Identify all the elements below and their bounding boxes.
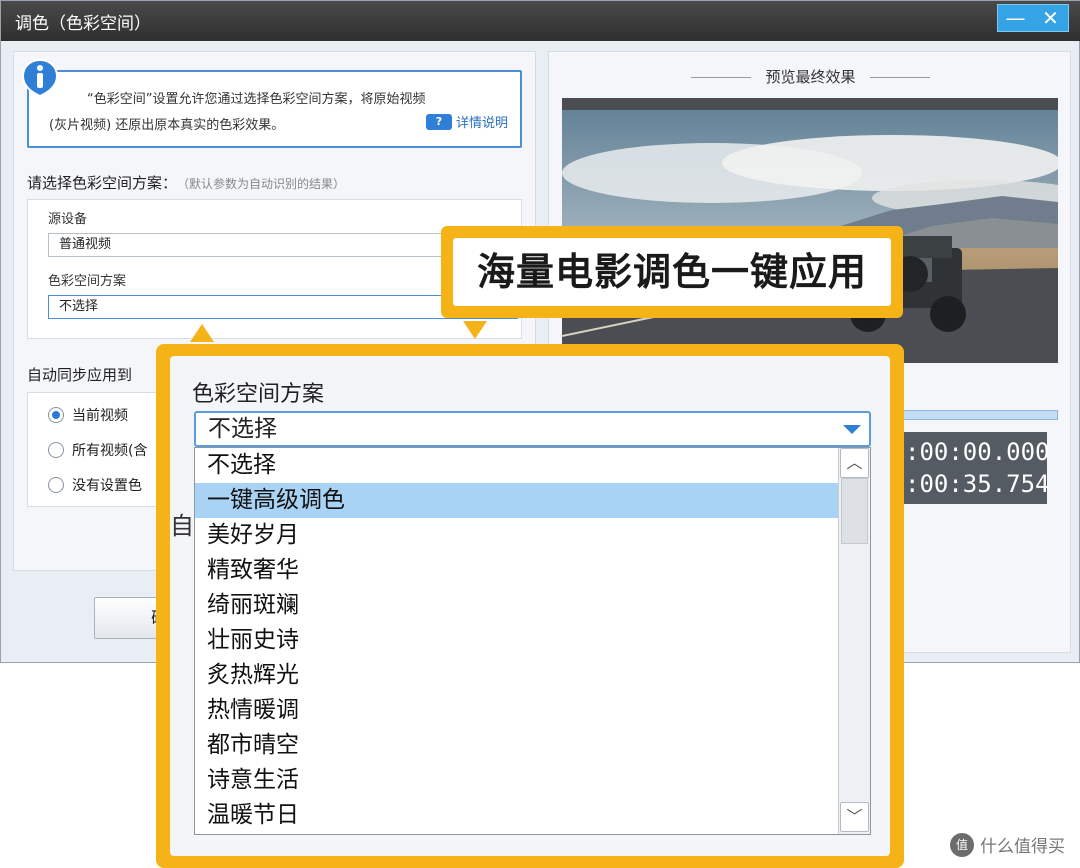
info-text-line1: “色彩空间”设置允许您通过选择色彩空间方案，将原始视频 bbox=[87, 92, 426, 107]
list-item[interactable]: 温暖节日 bbox=[195, 798, 839, 833]
watermark-logo-icon: 值 bbox=[950, 832, 974, 857]
watermark-text: 什么值得买 bbox=[980, 837, 1065, 857]
window-controls: — ✕ bbox=[997, 4, 1069, 32]
screenshot-stage: 调色（色彩空间） — ✕ “色彩空间”设置允许您通过选择色彩空间方案，将原始视频… bbox=[0, 0, 1080, 868]
scroll-up-icon[interactable]: ︿ bbox=[840, 448, 869, 478]
scheme-section-label: 请选择色彩空间方案： （默认参数为自动识别的结果） bbox=[27, 172, 345, 193]
current-time: :00:00.000 bbox=[905, 438, 1050, 466]
sync-option-all[interactable]: 所有视频(含 bbox=[48, 440, 147, 460]
sync-section-label: 自动同步应用到 bbox=[27, 366, 133, 384]
list-item[interactable]: 不选择 bbox=[195, 448, 839, 483]
scroll-thumb[interactable] bbox=[841, 478, 868, 544]
list-item[interactable]: 都市晴空 bbox=[195, 728, 839, 763]
list-item[interactable]: 绮丽斑斓 bbox=[195, 588, 839, 623]
sync-option-unset[interactable]: 没有设置色 bbox=[48, 475, 142, 495]
list-scrollbar[interactable]: ︿ ﹀ bbox=[838, 448, 870, 834]
sync-option-label: 当前视频 bbox=[72, 408, 128, 424]
playback-progress-bar[interactable] bbox=[901, 410, 1058, 420]
window-title: 调色（色彩空间） bbox=[15, 14, 151, 34]
watermark: 值 什么值得买 bbox=[950, 832, 1065, 857]
scheme-options-list: 不选择 一键高级调色 美好岁月 精致奢华 绮丽斑斓 壮丽史诗 炙热辉光 热情暖调… bbox=[194, 447, 871, 835]
preview-title: 预览最终效果 bbox=[549, 66, 1072, 87]
radio-current-icon[interactable] bbox=[48, 407, 64, 423]
list-item[interactable]: 热情暖调 bbox=[195, 693, 839, 728]
details-link-label: 详情说明 bbox=[455, 116, 508, 131]
details-link[interactable]: ? 详情说明 bbox=[425, 112, 508, 131]
list-item[interactable]: 一键高级调色 bbox=[195, 483, 839, 518]
source-device-label: 源设备 bbox=[48, 212, 88, 227]
sync-option-label: 没有设置色 bbox=[72, 478, 142, 494]
dropdown-arrow-icon[interactable] bbox=[843, 425, 861, 434]
callout-pointer-down bbox=[463, 321, 487, 339]
radio-unset-icon[interactable] bbox=[48, 477, 64, 493]
scheme-label-text: 请选择色彩空间方案： bbox=[27, 174, 178, 192]
info-text-line2: (灰片视频) 还原出原本真实的色彩效果。 bbox=[49, 118, 285, 133]
zoom-selected-value: 不选择 bbox=[208, 416, 277, 442]
total-time: :00:35.754 bbox=[905, 470, 1050, 498]
info-box: “色彩空间”设置允许您通过选择色彩空间方案，将原始视频 (灰片视频) 还原出原本… bbox=[21, 58, 522, 148]
scheme-hint: （默认参数为自动识别的结果） bbox=[183, 177, 346, 191]
radio-all-icon[interactable] bbox=[48, 442, 64, 458]
list-item[interactable]: 诗意生活 bbox=[195, 763, 839, 798]
callout-banner: 海量电影调色一键应用 bbox=[453, 238, 891, 306]
zoomed-dropdown-panel: 色彩空间方案 不选择 自z 不选择 一键高级调色 美好岁月 精致奢华 绮丽斑斓 … bbox=[170, 356, 890, 856]
time-display: :00:00.000 :00:35.754 bbox=[901, 432, 1050, 504]
help-icon: ? bbox=[425, 113, 452, 130]
list-item[interactable]: 美好岁月 bbox=[195, 518, 839, 553]
minimize-button[interactable]: — bbox=[998, 5, 1033, 31]
info-icon bbox=[21, 58, 59, 98]
preview-top-bar bbox=[562, 98, 1058, 110]
list-item[interactable]: 精致奢华 bbox=[195, 553, 839, 588]
sync-option-current[interactable]: 当前视频 bbox=[48, 405, 128, 425]
sync-option-label: 所有视频(含 bbox=[72, 443, 148, 459]
title-bar: 调色（色彩空间） — ✕ bbox=[1, 1, 1080, 41]
zoom-scheme-label: 色彩空间方案 bbox=[192, 382, 325, 407]
zoom-scheme-select[interactable]: 不选择 bbox=[194, 411, 871, 447]
close-button[interactable]: ✕ bbox=[1033, 5, 1068, 31]
callout-pointer-up bbox=[190, 324, 214, 342]
color-scheme-label: 色彩空间方案 bbox=[48, 274, 127, 289]
scroll-down-icon[interactable]: ﹀ bbox=[840, 802, 869, 832]
list-item[interactable]: 壮丽史诗 bbox=[195, 623, 839, 658]
preview-title-text: 预览最终效果 bbox=[765, 68, 856, 86]
list-item[interactable]: 炙热辉光 bbox=[195, 658, 839, 693]
